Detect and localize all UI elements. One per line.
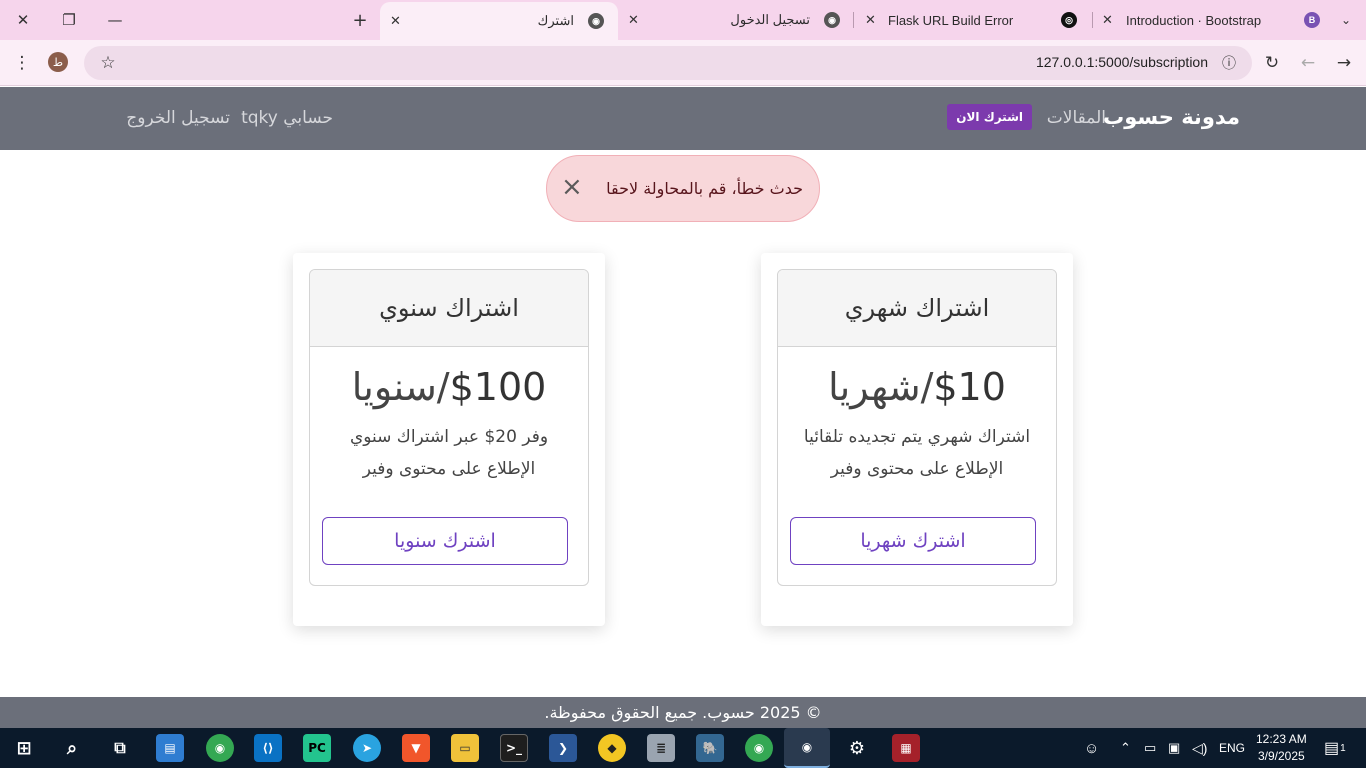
nav-logout[interactable]: تسجيل الخروج [126,108,230,128]
file-explorer-icon[interactable]: ▭ [451,734,479,762]
windows-start-icon[interactable]: ⊞ [10,734,38,762]
tab-login[interactable]: ✕ تسجيل الدخول ◉ [618,0,854,40]
plan-feature: وفر 20$ عبر اشتراك سنوي [349,427,549,447]
yearly-plan-container: اشتراك سنوي $100/سنويا وفر 20$ عبر اشترا… [293,253,605,626]
plan-feature: الإطلاع على محتوى وفير [362,459,536,479]
restore-window-icon[interactable]: ❐ [46,0,92,40]
tab-search-icon[interactable]: ⌄ [1334,8,1358,32]
tab-close-icon[interactable]: ✕ [1102,12,1113,28]
nav-account[interactable]: حسابي tqky [241,108,333,128]
clock[interactable]: 12:23 AM 3/9/2025 [1256,731,1307,765]
language-indicator[interactable]: ENG [1219,728,1245,768]
database-icon[interactable]: ≣ [647,734,675,762]
powershell-icon[interactable]: ❯ [549,734,577,762]
tab-separator [1092,12,1093,28]
plan-feature: اشتراك شهري يتم تجديده تلقائيا [803,427,1031,447]
subscribe-monthly-button[interactable]: اشترك شهريا [790,517,1036,565]
monthly-plan-card: اشتراك شهري $10/شهريا اشتراك شهري يتم تج… [777,269,1057,586]
tab-close-icon[interactable]: ✕ [628,12,639,28]
tab-bootstrap[interactable]: ✕ Introduction · Bootstrap B [1094,0,1326,40]
alert-message: حدث خطأ، قم بالمحاولة لاحقا [606,179,803,198]
people-icon[interactable]: ☺ [1084,728,1099,768]
volume-icon[interactable]: ◁) [1192,728,1207,768]
tab-separator [853,12,854,28]
tab-title: Introduction · Bootstrap [1126,12,1262,28]
chrome-active-icon[interactable]: ◉ [784,728,830,768]
site-info-icon[interactable]: ⓘ [1215,49,1243,77]
notifications-icon[interactable]: ▤ 1 [1324,728,1346,768]
browser-toolbar: ⋮ ط ☆ 127.0.0.1:5000/subscription ⓘ ↻ ← … [0,40,1366,86]
plan-title: اشتراك سنوي [310,270,588,347]
search-icon[interactable]: ⌕ [58,734,86,762]
pycharm-icon[interactable]: PC [303,734,331,762]
price-amount: $100 [449,365,547,409]
globe-icon: ◉ [588,13,604,29]
battery-icon[interactable]: ▭ [1144,728,1156,768]
plan-feature: الإطلاع على محتوى وفير [830,459,1004,479]
menu-icon[interactable]: ⋮ [8,49,36,77]
plan-title: اشتراك شهري [778,270,1056,347]
yearly-plan-card: اشتراك سنوي $100/سنويا وفر 20$ عبر اشترا… [309,269,589,586]
chrome-icon[interactable]: ◉ [206,734,234,762]
tab-title: تسجيل الدخول [730,12,810,27]
bookmark-star-icon[interactable]: ☆ [94,49,122,77]
price-period: /شهريا [828,365,934,409]
windows-taskbar: ⊞ ⌕ ⧉ ▤ ◉ ⟨⟩ PC ➤ ▼ ▭ >_ ❯ ◆ ≣ 🐘 ◉ ◉ ⚙ ▦… [0,728,1366,768]
terminal-icon[interactable]: >_ [500,734,528,762]
brave-icon[interactable]: ▼ [402,734,430,762]
error-alert: حدث خطأ، قم بالمحاولة لاحقا × [546,155,820,222]
winrar-icon[interactable]: ▦ [892,734,920,762]
forward-icon[interactable]: → [1330,49,1358,77]
site-footer: © 2025 حسوب. جميع الحقوق محفوظة. [0,697,1366,728]
avatar[interactable]: ط [48,52,68,72]
control-panel-icon[interactable]: ▤ [156,734,184,762]
browser-tab-strip: ✕ ❐ — + ✕ اشترك ◉ ✕ تسجيل الدخول ◉ ✕ Fla… [0,0,1366,40]
tab-close-icon[interactable]: ✕ [865,12,876,28]
task-view-icon[interactable]: ⧉ [106,734,134,762]
price-amount: $10 [933,365,1006,409]
url-text[interactable]: 127.0.0.1:5000/subscription [1036,54,1208,70]
openai-icon: ◎ [1061,12,1077,28]
site-navbar: مدونة حسوب المقالات اشترك الان حسابي tqk… [0,87,1366,150]
tab-title: Flask URL Build Error [888,12,1014,28]
back-icon[interactable]: ← [1294,49,1322,77]
postgresql-icon[interactable]: 🐘 [696,734,724,762]
network-icon[interactable]: ▣ [1168,728,1180,768]
chrome-profile-icon[interactable]: ◉ [745,734,773,762]
price-period: /سنويا [351,365,450,409]
globe-icon: ◉ [824,12,840,28]
plan-price: $100/سنويا [310,365,588,409]
reload-icon[interactable]: ↻ [1258,49,1286,77]
close-icon[interactable]: × [561,172,583,202]
chevron-up-icon[interactable]: ⌃ [1120,728,1131,768]
nav-articles[interactable]: المقالات [1047,108,1106,128]
subscribe-yearly-button[interactable]: اشترك سنويا [322,517,568,565]
brand-link[interactable]: مدونة حسوب [1103,105,1240,129]
footer-text: © 2025 حسوب. جميع الحقوق محفوظة. [544,703,822,722]
bootstrap-icon: B [1304,12,1320,28]
telegram-icon[interactable]: ➤ [353,734,381,762]
notification-count: 1 [1340,742,1346,754]
tab-close-icon[interactable]: ✕ [390,13,401,29]
tab-flask-error[interactable]: ✕ Flask URL Build Error ◎ [855,0,1091,40]
plan-price: $10/شهريا [778,365,1056,409]
clock-date: 3/9/2025 [1257,749,1305,763]
vpn-icon[interactable]: ◆ [598,734,626,762]
tab-title: اشترك [537,13,574,28]
vscode-icon[interactable]: ⟨⟩ [254,734,282,762]
subscribe-now-button[interactable]: اشترك الان [947,104,1032,130]
monthly-plan-container: اشتراك شهري $10/شهريا اشتراك شهري يتم تج… [761,253,1073,626]
settings-gear-icon[interactable]: ⚙ [843,734,871,762]
new-tab-icon[interactable]: + [348,8,372,32]
clock-time: 12:23 AM [1256,732,1307,746]
minimize-window-icon[interactable]: — [92,0,138,40]
close-window-icon[interactable]: ✕ [0,0,46,40]
tab-subscribe[interactable]: ✕ اشترك ◉ [380,2,618,40]
